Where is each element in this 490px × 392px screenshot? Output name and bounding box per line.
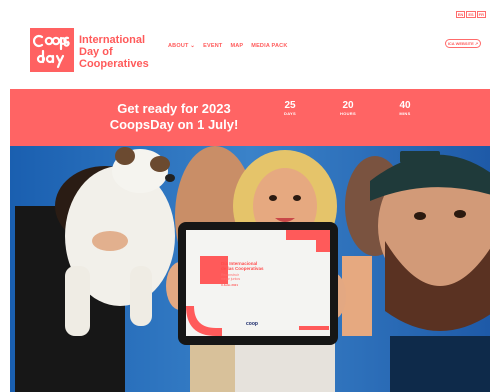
logo-mark bbox=[33, 34, 70, 69]
hours-value: 20 bbox=[342, 100, 354, 111]
chevron-down-icon: ⌄ bbox=[190, 43, 196, 49]
nav-about[interactable]: ABOUT ⌄ bbox=[168, 43, 195, 49]
headline-line-1: Get ready for 2023 bbox=[117, 101, 231, 116]
mins-value: 40 bbox=[399, 100, 411, 111]
coopsday-logo[interactable] bbox=[30, 28, 74, 72]
days-label: DAYS bbox=[284, 111, 296, 116]
countdown-banner: Get ready for 2023 CoopsDay on 1 July! 2… bbox=[10, 89, 490, 146]
lang-es[interactable]: ES bbox=[466, 11, 476, 18]
woman-arm bbox=[342, 256, 372, 336]
lang-fr[interactable]: FR bbox=[476, 11, 486, 18]
countdown-days: 25 DAYS bbox=[275, 100, 305, 116]
brand-title[interactable]: International Day of Cooperatives bbox=[79, 34, 149, 70]
countdown-mins: 40 MINS bbox=[390, 100, 420, 116]
brand-line-3: Cooperatives bbox=[79, 58, 149, 70]
headline-line-2: CoopsDay on 1 July! bbox=[109, 117, 239, 132]
lang-en[interactable]: EN bbox=[455, 11, 466, 18]
brand-line-2: Day of bbox=[79, 46, 113, 58]
tablet-date: 3 Julio 2021 bbox=[221, 283, 239, 287]
countdown-hours: 20 HOURS bbox=[333, 100, 363, 116]
tablet-coop-logo: coop bbox=[246, 321, 258, 327]
nav-event[interactable]: EVENT bbox=[203, 43, 222, 49]
hero-photo: Día Internacional de las Cooperativas Re… bbox=[10, 146, 490, 392]
banner-headline: Get ready for 2023 CoopsDay on 1 July! bbox=[100, 101, 248, 133]
days-value: 25 bbox=[284, 100, 296, 111]
man-shirt bbox=[390, 336, 490, 392]
tablet-title-2: de las Cooperativas bbox=[221, 266, 264, 271]
nav-about-label: ABOUT bbox=[168, 43, 189, 49]
person-left-hand bbox=[92, 231, 128, 251]
hours-label: HOURS bbox=[340, 111, 356, 116]
nav-media-pack[interactable]: MEDIA PACK bbox=[251, 43, 287, 49]
tablet-screen-text: Día Internacional de las Cooperativas Re… bbox=[221, 261, 331, 287]
brand-line-1: International bbox=[79, 34, 146, 46]
language-switcher: EN ES FR bbox=[455, 11, 486, 18]
nav-map[interactable]: MAP bbox=[230, 43, 243, 49]
main-nav: ABOUT ⌄ EVENT MAP MEDIA PACK bbox=[168, 43, 288, 49]
tablet-subtitle-2: mejor juntos bbox=[221, 277, 241, 281]
ica-website-button[interactable]: ICA WEBSITE ↗ bbox=[445, 39, 481, 48]
mins-label: MINS bbox=[399, 111, 411, 116]
